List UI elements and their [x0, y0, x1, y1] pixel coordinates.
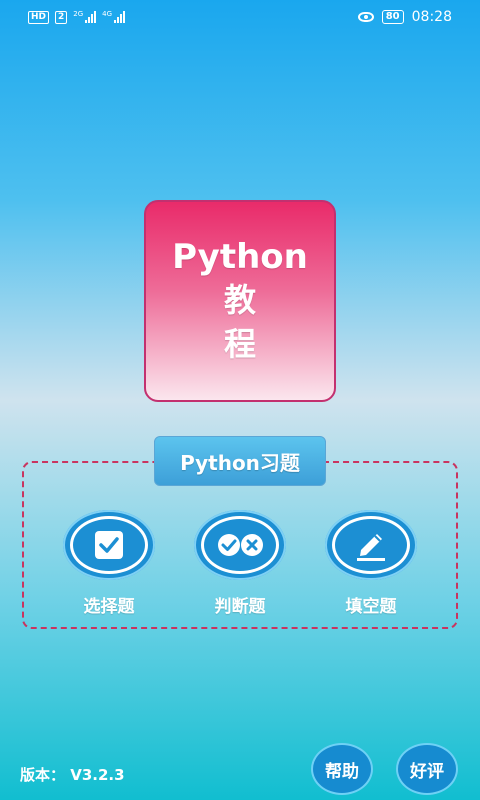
true-false-label: 判断题: [214, 597, 266, 617]
true-false-button[interactable]: [194, 510, 286, 580]
card-title-line2: 教: [223, 281, 256, 319]
card-title-line3: 程: [223, 325, 256, 363]
python-tutorial-card[interactable]: Python 教 程: [144, 200, 336, 402]
check-cross-icon: [218, 534, 263, 556]
multiple-choice-button[interactable]: [63, 510, 155, 580]
card-title-line1: Python: [172, 237, 308, 277]
rate-button[interactable]: 好评: [396, 743, 458, 795]
multiple-choice-option[interactable]: 选择题: [63, 510, 155, 617]
status-bar: HD 2 2G 4G 80 08:28: [0, 0, 480, 34]
eye-icon: [357, 12, 374, 22]
pencil-icon: [357, 534, 385, 561]
version-text: 版本： V3.2.3: [20, 766, 125, 784]
fill-blank-option[interactable]: 填空题: [325, 510, 417, 617]
fill-blank-button[interactable]: [325, 510, 417, 580]
true-false-option[interactable]: 判断题: [194, 510, 286, 617]
multiple-choice-label: 选择题: [83, 597, 135, 617]
battery-indicator: 80: [381, 10, 404, 24]
signal-icon: 2G: [73, 11, 97, 23]
checkbox-icon: [95, 531, 123, 559]
signal-icon-2: 4G: [102, 11, 126, 23]
clock: 08:28: [411, 9, 452, 25]
fill-blank-label: 填空题: [345, 597, 397, 617]
help-button[interactable]: 帮助: [311, 743, 373, 795]
hd-badge: HD: [28, 10, 50, 24]
exercise-label: Python习题: [154, 436, 326, 486]
sim-badge: 2: [55, 10, 68, 24]
